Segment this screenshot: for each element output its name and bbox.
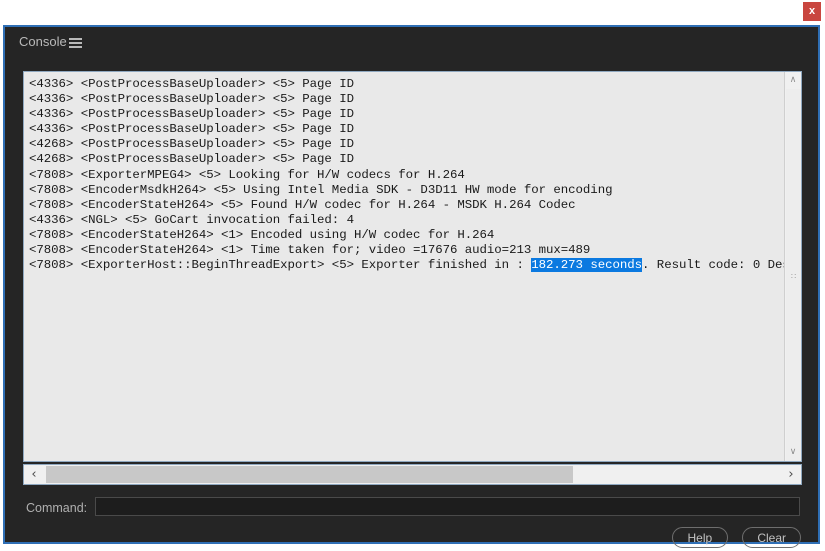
console-log-lines: <4336> <PostProcessBaseUploader> <5> Pag…	[24, 77, 801, 273]
console-log-area[interactable]: <4336> <PostProcessBaseUploader> <5> Pag…	[23, 71, 802, 462]
close-window-button[interactable]: x	[803, 2, 821, 21]
hamburger-menu-icon[interactable]	[69, 38, 82, 49]
command-label: Command:	[26, 501, 88, 515]
page-title: Console	[19, 34, 67, 49]
log-line: <7808> <EncoderStateH264> <5> Found H/W …	[29, 197, 576, 212]
scroll-up-arrow-icon[interactable]: ∧	[785, 72, 801, 89]
scroll-down-arrow-icon[interactable]: ∨	[785, 444, 801, 461]
command-row: Command:	[5, 495, 818, 525]
log-line: <7808> <EncoderStateH264> <1> Time taken…	[29, 243, 591, 258]
menu-icon-bar	[69, 38, 82, 40]
command-input[interactable]	[95, 497, 800, 516]
log-line: <4336> <PostProcessBaseUploader> <5> Pag…	[29, 122, 354, 137]
log-line: <4336> <NGL> <5> GoCart invocation faile…	[29, 212, 354, 227]
log-line: <4336> <PostProcessBaseUploader> <5> Pag…	[29, 77, 354, 91]
log-line: <7808> <ExporterMPEG4> <5> Looking for H…	[29, 167, 465, 182]
log-line: <4268> <PostProcessBaseUploader> <5> Pag…	[29, 137, 354, 152]
host-app-background: x	[0, 0, 825, 25]
console-dialog: Console <4336> <PostProcessBaseUploader>…	[3, 25, 820, 548]
log-line: <4268> <PostProcessBaseUploader> <5> Pag…	[29, 152, 354, 167]
scroll-left-arrow-icon[interactable]: ‹	[24, 465, 44, 484]
log-line-prefix: <7808> <ExporterHost::BeginThreadExport>…	[29, 258, 532, 273]
vertical-scrollbar-thumb[interactable]: ∷	[786, 89, 801, 461]
log-line: <7808> <EncoderStateH264> <1> Encoded us…	[29, 227, 495, 242]
log-line: <7808> <EncoderMsdkH264> <5> Using Intel…	[29, 182, 613, 197]
panel-header: Console	[5, 27, 818, 59]
help-button[interactable]: Help	[671, 527, 728, 548]
horizontal-scrollbar-thumb[interactable]	[46, 466, 573, 483]
log-horizontal-scrollbar[interactable]: ‹ ›	[23, 464, 802, 485]
log-line: <7808> <ExporterHost::BeginThreadExport>…	[29, 258, 801, 273]
selected-text[interactable]: 182.273 seconds	[531, 258, 642, 273]
footer-buttons: Help Clear	[662, 527, 801, 551]
clear-button[interactable]: Clear	[742, 527, 801, 548]
log-line: <4336> <PostProcessBaseUploader> <5> Pag…	[29, 107, 354, 122]
log-vertical-scrollbar[interactable]: ∧ ∷ ∨	[784, 72, 801, 461]
log-line-suffix: . Result code: 0 Destinat:	[642, 258, 801, 273]
log-line: <4336> <PostProcessBaseUploader> <5> Pag…	[29, 92, 354, 107]
menu-icon-bar	[69, 42, 82, 44]
scroll-right-arrow-icon[interactable]: ›	[781, 465, 801, 484]
scrollbar-grip-icon: ∷	[790, 272, 797, 281]
menu-icon-bar	[69, 46, 82, 48]
